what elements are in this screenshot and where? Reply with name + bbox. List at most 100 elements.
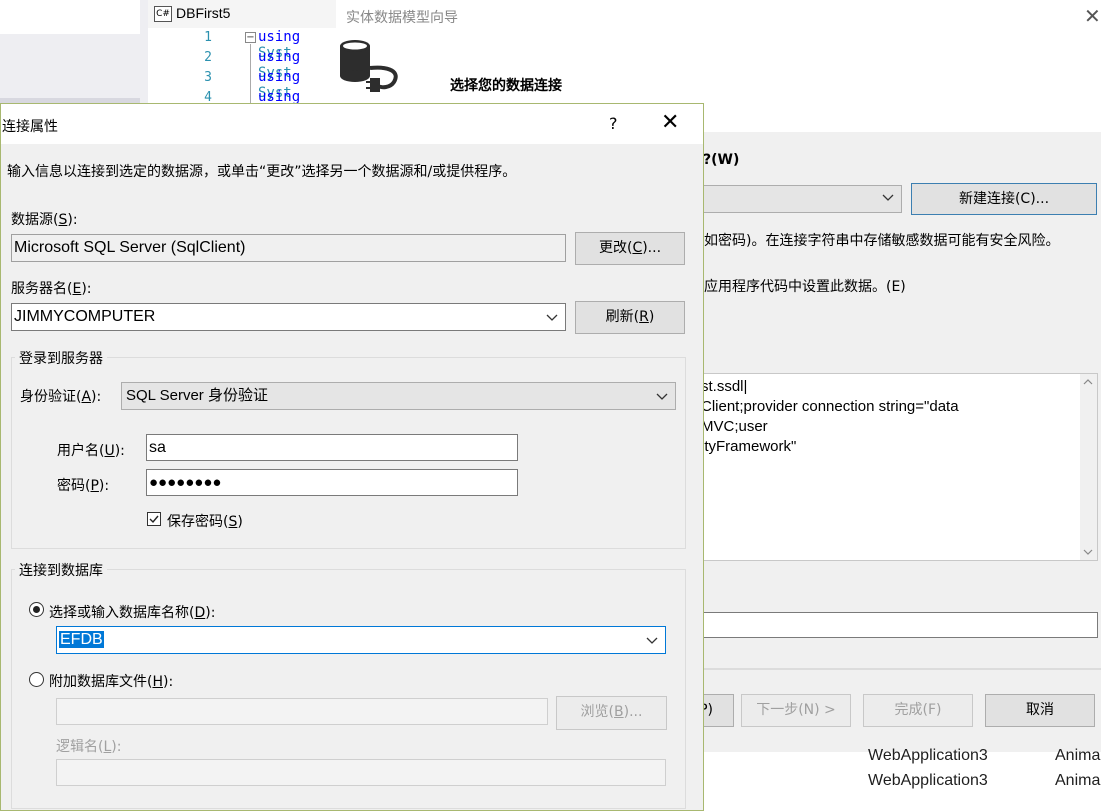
label-text: 服务器名( xyxy=(11,281,73,297)
code-keyword: using xyxy=(258,69,301,85)
change-data-source-button[interactable]: 更改(C)... xyxy=(575,232,685,265)
save-password-checkbox[interactable] xyxy=(147,512,161,526)
select-database-label[interactable]: 选择或输入数据库名称(D): xyxy=(49,602,215,622)
access-key: D xyxy=(194,605,206,621)
database-connection-icon xyxy=(340,40,398,92)
code-keyword: using xyxy=(258,29,301,45)
button-text: 浏览( xyxy=(580,704,615,720)
database-name-value: EFDB xyxy=(59,631,104,648)
label-text: 保存密码( xyxy=(167,514,229,530)
logical-name-label: 逻辑名(L): xyxy=(56,736,121,756)
access-key: B xyxy=(614,704,624,720)
cancel-button[interactable]: 取消 xyxy=(985,694,1095,727)
access-key: R xyxy=(639,309,649,325)
check-icon xyxy=(149,515,159,524)
dialog-title: 连接属性 xyxy=(2,119,58,135)
chevron-down-icon[interactable] xyxy=(545,310,559,324)
connection-string-line: st.ssdl| xyxy=(701,378,748,395)
finish-button[interactable]: 完成(F) xyxy=(863,694,973,727)
line-number: 2 xyxy=(204,50,212,65)
wizard-title: 实体数据模型向导 xyxy=(346,10,458,26)
button-text: 刷新( xyxy=(605,309,640,325)
chevron-up-icon[interactable] xyxy=(1082,376,1094,388)
label-text: ): xyxy=(98,478,110,494)
ide-panel-block xyxy=(0,0,140,34)
ide-tab-title: DBFirst5 xyxy=(176,5,231,21)
button-text: )... xyxy=(642,240,662,256)
ide-document-tab[interactable]: C# DBFirst5 xyxy=(148,0,338,28)
new-connection-button[interactable]: 新建连接(C)... xyxy=(911,183,1097,215)
connection-string-line: ityFramework" xyxy=(701,438,797,455)
label-text: ): xyxy=(81,281,92,297)
wizard-subtitle: 选择您的数据连接 xyxy=(450,78,562,94)
dialog-description: 输入信息以连接到选定的数据源，或单击“更改”选择另一个数据源和/或提供程序。 xyxy=(7,164,517,180)
csharp-file-icon: C# xyxy=(154,6,172,22)
chevron-down-icon[interactable] xyxy=(655,389,669,403)
label-text: ) xyxy=(237,514,243,530)
server-name-combo[interactable]: JIMMYCOMPUTER xyxy=(11,303,566,331)
database-name-combo[interactable]: EFDB xyxy=(56,626,666,654)
project-name-cell: WebApplication3 xyxy=(868,772,988,789)
collapse-icon[interactable]: − xyxy=(245,32,256,43)
connection-string-line: MVC;user xyxy=(701,418,768,435)
chevron-down-icon[interactable] xyxy=(645,633,659,647)
label-text: 逻辑名( xyxy=(56,739,104,755)
line-number: 1 xyxy=(204,30,212,45)
chevron-down-icon xyxy=(882,194,894,201)
login-group-title: 登录到服务器 xyxy=(15,348,107,368)
close-icon[interactable]: ✕ xyxy=(661,110,679,135)
save-password-label[interactable]: 保存密码(S) xyxy=(167,511,243,531)
button-text: )... xyxy=(623,704,643,720)
label-text: 密码( xyxy=(57,478,91,494)
refresh-button[interactable]: 刷新(R) xyxy=(575,301,685,334)
data-source-field: Microsoft SQL Server (SqlClient) xyxy=(11,234,566,262)
username-label: 用户名(U): xyxy=(57,440,125,460)
fold-guide xyxy=(250,44,251,104)
label-text: ): xyxy=(67,212,78,228)
next-button[interactable]: 下一步(N) > xyxy=(741,694,851,727)
project-name-cell: WebApplication3 xyxy=(868,747,988,764)
access-key: U xyxy=(104,443,115,459)
connection-name-input[interactable] xyxy=(696,612,1098,638)
access-key: A xyxy=(81,389,92,405)
connection-string-box[interactable]: st.ssdl| Client;provider connection stri… xyxy=(696,373,1098,561)
chevron-down-icon[interactable] xyxy=(1082,546,1094,558)
label-text: 选择或输入数据库名称( xyxy=(49,605,195,621)
project-type-cell: Anima xyxy=(1055,747,1101,764)
wizard-separator xyxy=(696,668,1101,670)
browse-button[interactable]: 浏览(B)... xyxy=(556,696,667,730)
connection-question-label: ?(W) xyxy=(703,152,740,168)
project-type-cell: Anima xyxy=(1055,772,1101,789)
access-key: C xyxy=(632,240,643,256)
select-database-radio[interactable] xyxy=(29,602,44,617)
database-file-input[interactable] xyxy=(56,698,548,725)
label-text: ): xyxy=(91,389,102,405)
label-text: 附加数据库文件( xyxy=(49,674,153,690)
label-text: ): xyxy=(114,443,125,459)
server-name-value: JIMMYCOMPUTER xyxy=(14,308,156,325)
connection-dropdown[interactable] xyxy=(696,185,902,213)
data-source-label: 数据源(S): xyxy=(11,209,78,229)
close-icon[interactable]: ✕ xyxy=(1084,4,1101,28)
access-key: E xyxy=(72,281,82,297)
label-text: ): xyxy=(111,739,122,755)
vertical-scrollbar[interactable] xyxy=(1080,374,1097,560)
connection-string-line: Client;provider connection string="data xyxy=(701,398,959,415)
attach-database-radio[interactable] xyxy=(29,672,44,687)
authentication-value: SQL Server 身份验证 xyxy=(126,387,268,404)
password-input[interactable]: ●●●●●●●● xyxy=(146,469,518,496)
access-key: H xyxy=(152,674,163,690)
security-warning-text: 如密码)。在连接字符串中存储敏感数据可能有安全风险。 xyxy=(704,233,1060,249)
logical-name-input[interactable] xyxy=(56,759,666,786)
username-input[interactable]: sa xyxy=(146,434,518,461)
ide-code-editor[interactable]: − 1 2 3 4 using Syst using Syst using Sy… xyxy=(148,28,338,121)
help-icon[interactable]: ? xyxy=(609,114,618,133)
label-text: ): xyxy=(163,674,174,690)
button-text: 更改( xyxy=(598,240,633,256)
password-label: 密码(P): xyxy=(57,475,109,495)
app-code-option-text: 应用程序代码中设置此数据。(E) xyxy=(704,279,906,295)
attach-database-label[interactable]: 附加数据库文件(H): xyxy=(49,671,173,691)
authentication-combo[interactable]: SQL Server 身份验证 xyxy=(121,382,676,410)
label-text: 身份验证( xyxy=(20,389,82,405)
label-text: 数据源( xyxy=(11,212,59,228)
